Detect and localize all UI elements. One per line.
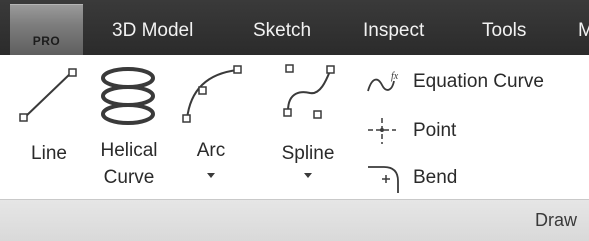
draw-panel-footer[interactable]: Draw (0, 199, 589, 241)
helical-curve-button[interactable]: Helical Curve (88, 55, 172, 199)
app-menu-label: PRO (32, 34, 61, 48)
draw-panel: Line Helical Curve Arc Spline fx Equatio… (0, 55, 589, 199)
tab-manage-truncated[interactable]: M (578, 20, 589, 42)
point-label: Point (413, 120, 457, 141)
arc-icon (182, 65, 242, 123)
point-button[interactable]: Point (364, 116, 484, 146)
tab-3d-model[interactable]: 3D Model (112, 20, 193, 42)
helical-curve-label-line2: Curve (103, 167, 155, 188)
line-label: Line (31, 143, 67, 164)
equation-curve-icon: fx (367, 71, 399, 92)
spline-dropdown-icon[interactable] (304, 173, 312, 178)
bend-button[interactable]: Bend (364, 163, 484, 193)
svg-text:fx: fx (391, 71, 399, 82)
bend-icon (368, 166, 399, 193)
app-menu-button[interactable]: PRO (10, 4, 83, 56)
tab-tools[interactable]: Tools (482, 20, 526, 42)
ribbon-tab-bar: PRO 3D Model Sketch Inspect Tools M (0, 0, 589, 56)
helical-curve-label-line1: Helical (100, 140, 158, 161)
draw-panel-title: Draw (534, 210, 577, 230)
point-icon (368, 118, 396, 144)
arc-label: Arc (196, 140, 226, 161)
spline-button[interactable]: Spline (268, 55, 348, 199)
spline-icon (283, 64, 335, 119)
tab-sketch[interactable]: Sketch (253, 20, 311, 42)
bend-label: Bend (413, 167, 458, 188)
equation-curve-label: Equation Curve (413, 71, 544, 92)
tab-inspect[interactable]: Inspect (363, 20, 424, 42)
helical-curve-icon (101, 67, 155, 125)
equation-curve-button[interactable]: fx Equation Curve (364, 67, 582, 97)
arc-button[interactable]: Arc (176, 55, 246, 199)
line-icon (19, 68, 77, 122)
spline-label: Spline (281, 143, 335, 164)
line-button[interactable]: Line (14, 55, 84, 199)
arc-dropdown-icon[interactable] (207, 173, 215, 178)
